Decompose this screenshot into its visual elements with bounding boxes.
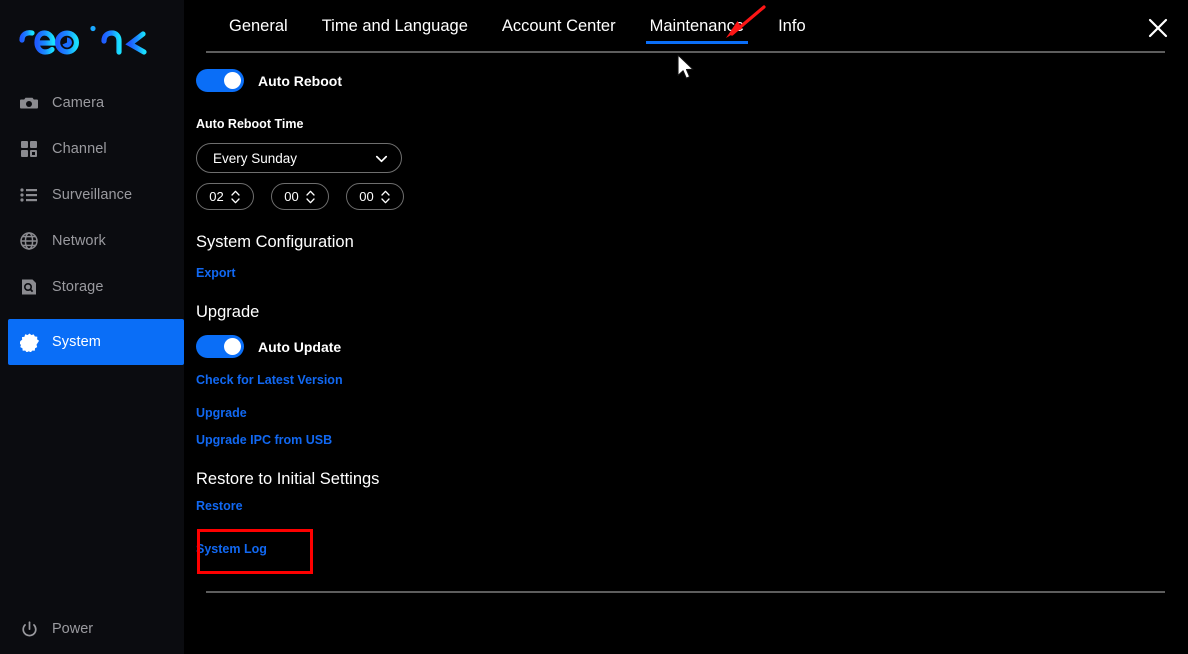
hours-value: 02 <box>209 189 224 204</box>
grid-icon <box>18 138 40 160</box>
close-icon <box>1145 15 1171 46</box>
sidebar-item-label: Camera <box>52 95 105 111</box>
upgrade-title: Upgrade <box>196 303 260 321</box>
restore-title: Restore to Initial Settings <box>196 470 380 488</box>
stepper-icon <box>380 189 391 205</box>
tab-maintenance[interactable]: Maintenance <box>633 0 761 52</box>
schedule-value: Every Sunday <box>213 150 298 166</box>
sidebar-item-label: System <box>52 334 101 350</box>
sidebar-item-network[interactable]: Network <box>0 218 184 264</box>
toggle-knob <box>224 338 241 355</box>
chevron-down-icon <box>373 150 389 166</box>
sidebar-item-label: Surveillance <box>52 187 133 203</box>
stepper-icon <box>305 189 316 205</box>
gear-icon <box>18 331 40 353</box>
sidebar-item-label: Network <box>52 233 106 249</box>
sidebar-item-storage[interactable]: Storage <box>0 264 184 310</box>
minutes-value: 00 <box>284 189 299 204</box>
check-latest-version-link[interactable]: Check for Latest Version <box>196 373 343 387</box>
sidebar-item-camera[interactable]: Camera <box>0 80 184 126</box>
auto-reboot-hours-stepper[interactable]: 02 <box>196 183 254 210</box>
auto-reboot-label: Auto Reboot <box>258 72 342 89</box>
tab-label: General <box>229 16 288 35</box>
sidebar-item-surveillance[interactable]: Surveillance <box>0 172 184 218</box>
tab-time-and-language[interactable]: Time and Language <box>305 0 485 52</box>
power-icon <box>18 618 40 640</box>
auto-update-toggle[interactable] <box>196 335 244 358</box>
system-log-link[interactable]: System Log <box>196 542 267 556</box>
tab-general[interactable]: General <box>212 0 305 52</box>
sidebar-item-channel[interactable]: Channel <box>0 126 184 172</box>
export-link[interactable]: Export <box>196 266 236 280</box>
seconds-value: 00 <box>359 189 374 204</box>
main-panel: General Time and Language Account Center… <box>184 0 1188 654</box>
sidebar-item-system[interactable]: System <box>8 319 184 365</box>
auto-reboot-time-label: Auto Reboot Time <box>196 117 304 131</box>
auto-reboot-row: Auto Reboot <box>196 69 342 92</box>
tab-bar: General Time and Language Account Center… <box>184 0 1188 52</box>
auto-reboot-toggle[interactable] <box>196 69 244 92</box>
system-configuration-title: System Configuration <box>196 233 354 251</box>
tab-label: Time and Language <box>321 16 468 35</box>
upgrade-ipc-from-usb-link[interactable]: Upgrade IPC from USB <box>196 433 332 447</box>
auto-reboot-seconds-stepper[interactable]: 00 <box>346 183 404 210</box>
auto-update-row: Auto Update <box>196 335 341 358</box>
sidebar-item-label: Channel <box>52 141 107 157</box>
tab-account-center[interactable]: Account Center <box>485 0 633 52</box>
restore-link[interactable]: Restore <box>196 499 243 513</box>
camera-icon <box>18 92 40 114</box>
auto-reboot-minutes-stepper[interactable]: 00 <box>271 183 329 210</box>
sidebar-item-label: Power <box>52 621 94 637</box>
tab-list: General Time and Language Account Center… <box>212 0 823 52</box>
reolink-settings-window: Camera Channel Surveillance Network Stor… <box>0 0 1188 654</box>
tab-label: Account Center <box>501 16 616 35</box>
close-button[interactable] <box>1144 16 1172 44</box>
toggle-knob <box>224 72 241 89</box>
tab-label: Maintenance <box>649 16 745 35</box>
sidebar-nav: Camera Channel Surveillance Network Stor… <box>0 80 184 365</box>
sidebar-item-label: Storage <box>52 279 104 295</box>
globe-icon <box>18 230 40 252</box>
maintenance-content: Auto Reboot Auto Reboot Time Every Sunda… <box>184 53 1188 654</box>
auto-reboot-schedule-select[interactable]: Every Sunday <box>196 143 402 173</box>
stepper-icon <box>230 189 241 205</box>
upgrade-link[interactable]: Upgrade <box>196 406 247 420</box>
hard-drive-icon <box>18 276 40 298</box>
reolink-logo <box>16 18 156 62</box>
tab-label: Info <box>778 16 806 35</box>
list-icon <box>18 184 40 206</box>
tab-info[interactable]: Info <box>761 0 823 52</box>
auto-update-label: Auto Update <box>258 338 342 355</box>
sidebar-item-power[interactable]: Power <box>18 618 93 640</box>
sidebar: Camera Channel Surveillance Network Stor… <box>0 0 184 654</box>
